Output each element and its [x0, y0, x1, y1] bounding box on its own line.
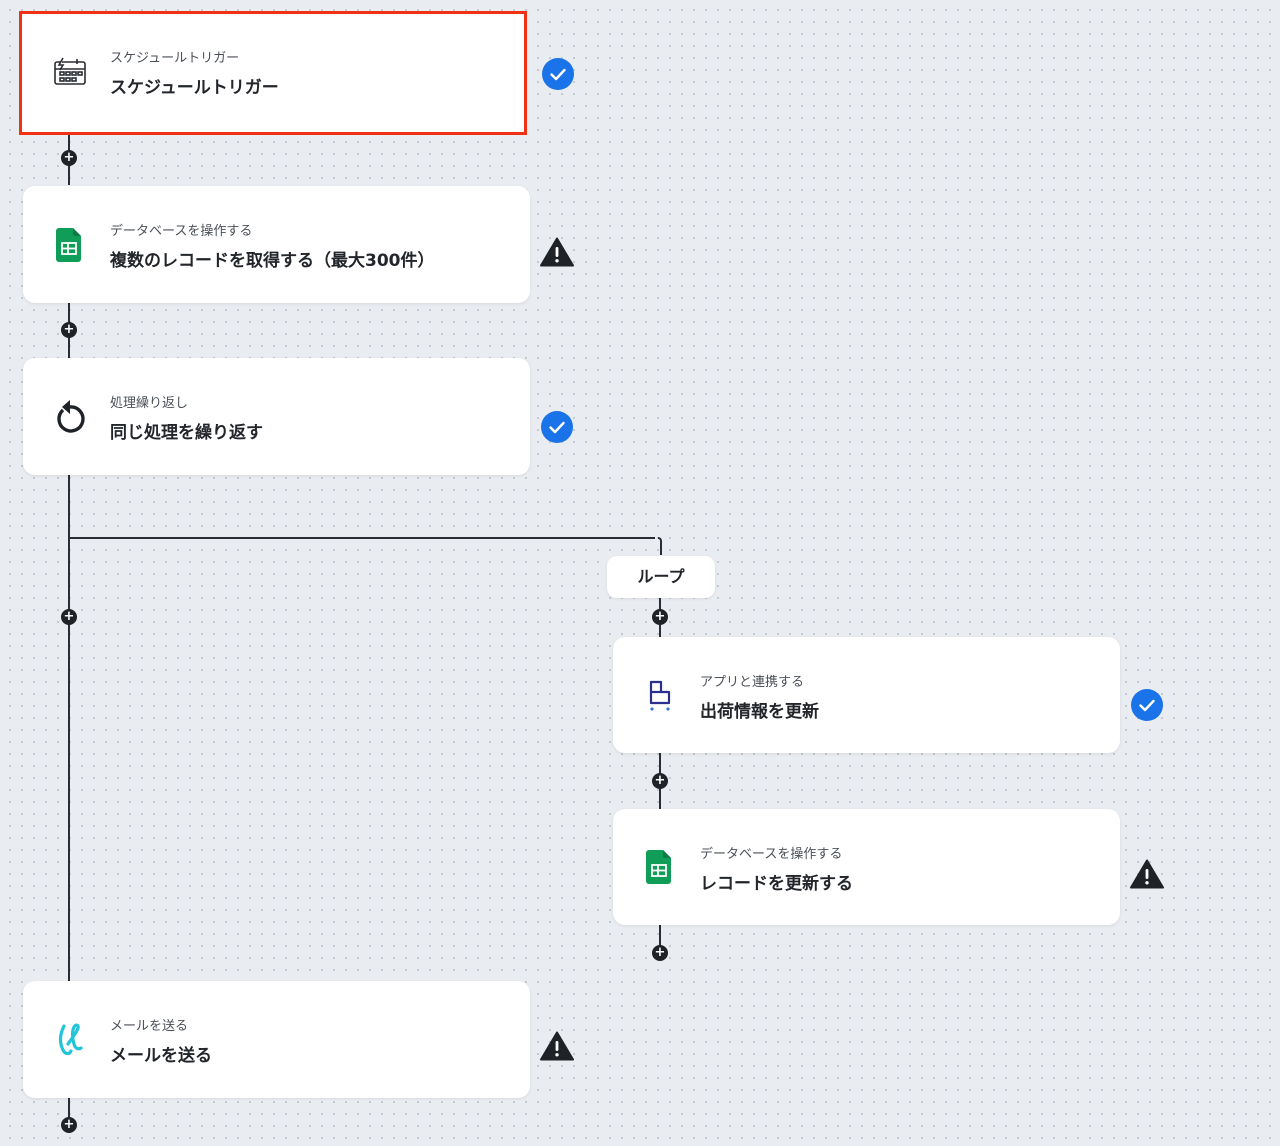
calendar-lightning-icon	[50, 53, 90, 93]
warning-icon	[540, 1031, 574, 1063]
node-subtitle: スケジュールトリガー	[110, 51, 240, 66]
node-update-record[interactable]: データベースを操作する レコードを更新する	[613, 809, 1120, 925]
node-title: 出荷情報を更新	[700, 702, 819, 722]
warning-icon	[540, 237, 574, 269]
add-step-button[interactable]: +	[61, 322, 77, 338]
spreadsheet-icon	[639, 847, 679, 887]
node-title: スケジュールトリガー	[110, 78, 279, 98]
node-title: 同じ処理を繰り返す	[110, 423, 263, 443]
node-subtitle: データベースを操作する	[110, 224, 253, 239]
add-step-button[interactable]: +	[61, 150, 77, 166]
node-send-mail[interactable]: メールを送る メールを送る	[23, 981, 530, 1098]
connector-branch-corner	[658, 537, 662, 555]
node-title: メールを送る	[110, 1046, 212, 1066]
node-title: レコードを更新する	[700, 874, 853, 894]
check-circle-icon	[542, 58, 574, 90]
add-step-button[interactable]: +	[652, 609, 668, 625]
node-subtitle: 処理繰り返し	[110, 396, 189, 411]
mail-logo-icon	[49, 1020, 89, 1060]
app-logo-icon	[639, 675, 679, 715]
connector-branch	[69, 537, 655, 539]
add-step-button[interactable]: +	[61, 609, 77, 625]
node-title: 複数のレコードを取得する（最大300件）	[110, 251, 435, 271]
node-loop[interactable]: 処理繰り返し 同じ処理を繰り返す	[23, 358, 530, 475]
workflow-canvas: + + + + + + + スケジュールトリガー スケジュールトリガー データベ…	[0, 0, 1280, 1146]
repeat-icon	[50, 397, 90, 437]
add-step-button[interactable]: +	[652, 945, 668, 961]
node-subtitle: データベースを操作する	[700, 847, 843, 862]
node-update-shipping[interactable]: アプリと連携する 出荷情報を更新	[613, 637, 1120, 753]
spreadsheet-icon	[49, 225, 89, 265]
node-schedule-trigger[interactable]: スケジュールトリガー スケジュールトリガー	[19, 11, 527, 135]
node-get-records[interactable]: データベースを操作する 複数のレコードを取得する（最大300件）	[23, 186, 530, 303]
add-step-button[interactable]: +	[652, 773, 668, 789]
check-circle-icon	[1131, 689, 1163, 721]
add-step-button[interactable]: +	[61, 1117, 77, 1133]
loop-branch-label[interactable]: ループ	[607, 556, 715, 598]
warning-icon	[1130, 859, 1164, 891]
connector-main	[68, 475, 70, 981]
node-subtitle: メールを送る	[110, 1019, 189, 1034]
node-subtitle: アプリと連携する	[700, 675, 805, 690]
check-circle-icon	[541, 411, 573, 443]
